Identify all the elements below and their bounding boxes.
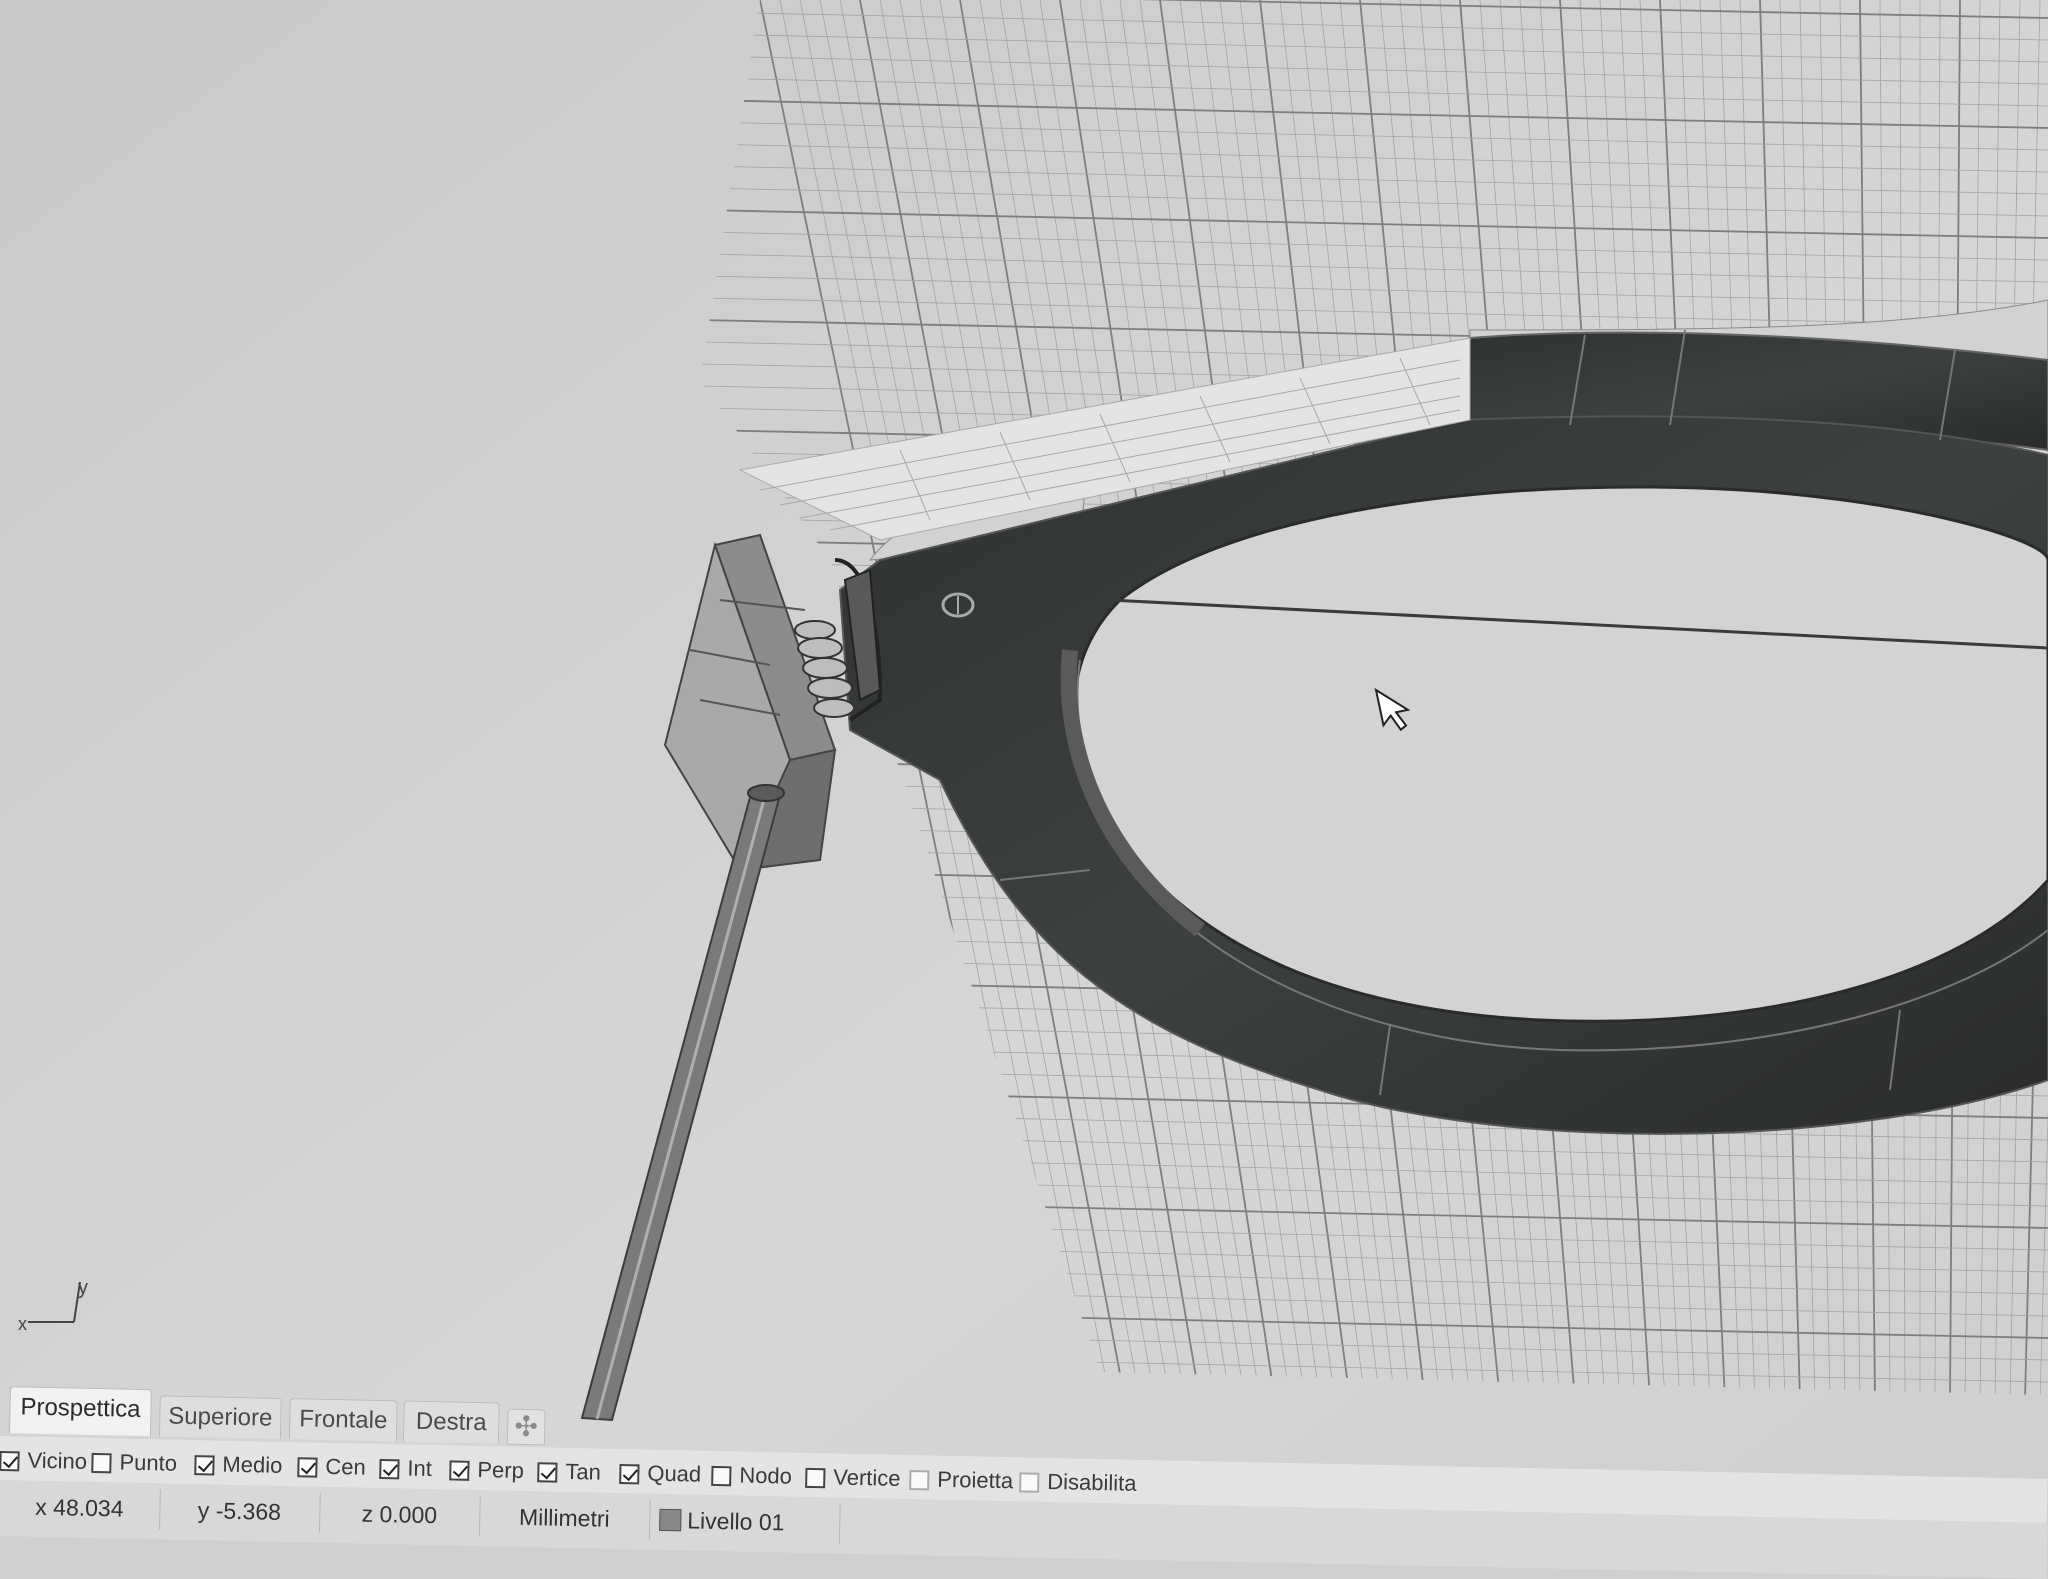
- tab-superiore[interactable]: Superiore: [158, 1395, 282, 1439]
- checkbox-icon[interactable]: [91, 1452, 112, 1474]
- perspective-viewport[interactable]: x y: [0, 0, 2048, 1536]
- plus-icon: ✣: [514, 1410, 539, 1443]
- tab-destra[interactable]: Destra: [402, 1400, 500, 1444]
- snap-label: Disabilita: [1047, 1468, 1137, 1496]
- tab-frontale[interactable]: Frontale: [288, 1398, 398, 1442]
- snap-label: Vertice: [833, 1464, 901, 1491]
- snap-label: Punto: [119, 1449, 178, 1476]
- checkbox-icon[interactable]: [909, 1470, 930, 1491]
- layer-name: Livello 01: [687, 1507, 785, 1536]
- snap-label: Nodo: [739, 1462, 793, 1489]
- checkbox-icon[interactable]: [449, 1460, 470, 1481]
- snap-label: Cen: [325, 1453, 367, 1480]
- checkbox-icon[interactable]: [297, 1457, 318, 1478]
- snap-label: Perp: [477, 1457, 525, 1483]
- snap-nodo[interactable]: Nodo: [711, 1459, 792, 1493]
- axis-y-label: y: [78, 1277, 88, 1299]
- tab-prospettica[interactable]: Prospettica: [8, 1386, 152, 1437]
- checkbox-icon[interactable]: [379, 1458, 400, 1480]
- snap-label: Tan: [565, 1458, 602, 1485]
- checkbox-icon[interactable]: [537, 1462, 558, 1483]
- snap-perp[interactable]: Perp: [449, 1453, 524, 1487]
- checkbox-icon[interactable]: [619, 1463, 640, 1485]
- coord-x: x 48.034: [0, 1485, 161, 1530]
- snap-label: Medio: [222, 1451, 283, 1478]
- snap-cen[interactable]: Cen: [297, 1450, 366, 1483]
- snap-label: Proietta: [937, 1466, 1014, 1494]
- snap-label: Vicino: [27, 1447, 88, 1474]
- layer-color-swatch: [659, 1508, 682, 1532]
- units-label[interactable]: Millimetri: [478, 1496, 651, 1540]
- snap-vicino[interactable]: Vicino: [0, 1444, 87, 1478]
- snap-tan[interactable]: Tan: [537, 1455, 601, 1488]
- snap-punto[interactable]: Punto: [91, 1446, 177, 1480]
- snap-disabilita[interactable]: Disabilita: [1019, 1465, 1137, 1499]
- add-viewport-tab-button[interactable]: ✣: [506, 1408, 546, 1446]
- checkbox-icon[interactable]: [805, 1467, 826, 1489]
- checkbox-icon[interactable]: [0, 1450, 20, 1472]
- snap-quad[interactable]: Quad: [619, 1457, 701, 1491]
- snap-label: Quad: [647, 1460, 702, 1487]
- checkbox-icon[interactable]: [711, 1465, 732, 1487]
- snap-vertice[interactable]: Vertice: [805, 1461, 901, 1495]
- snap-medio[interactable]: Medio: [194, 1448, 283, 1482]
- snap-int[interactable]: Int: [379, 1452, 432, 1485]
- viewport-canvas[interactable]: x y: [0, 0, 2048, 1536]
- coord-z: z 0.000: [318, 1492, 481, 1537]
- snap-label: Int: [407, 1455, 433, 1482]
- coord-y: y -5.368: [159, 1489, 321, 1533]
- checkbox-icon[interactable]: [1019, 1472, 1040, 1493]
- axis-x-label: x: [18, 1314, 27, 1334]
- snap-proietta[interactable]: Proietta: [909, 1463, 1013, 1497]
- checkbox-icon[interactable]: [194, 1455, 215, 1476]
- current-layer[interactable]: Livello 01: [648, 1499, 841, 1544]
